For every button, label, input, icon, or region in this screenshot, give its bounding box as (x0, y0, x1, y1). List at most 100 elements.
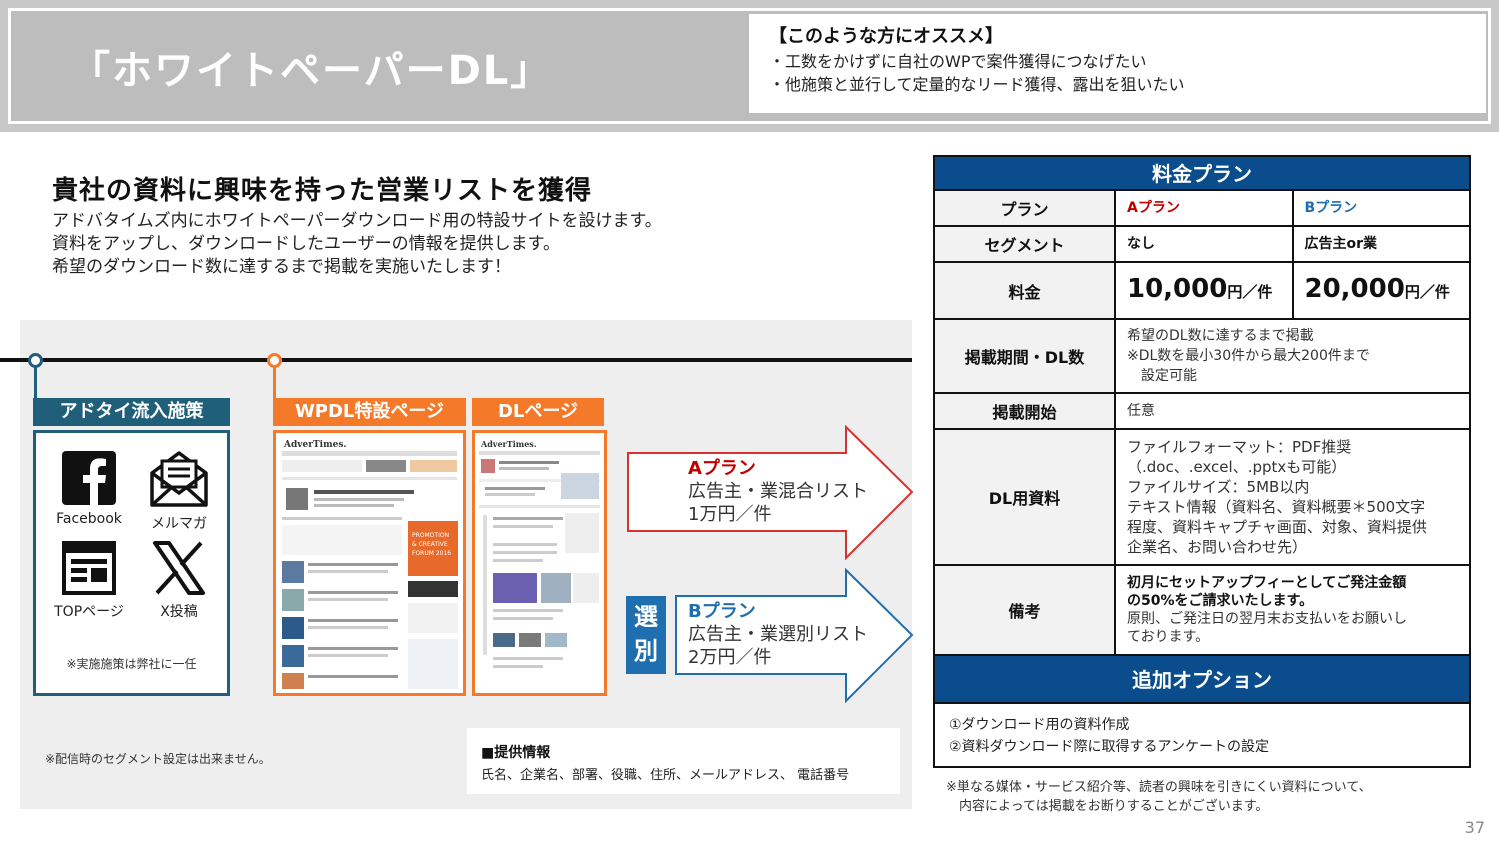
plan-a-price: 1万円／件 (688, 504, 772, 525)
recommendation-title: 【このような方にオススメ】 (769, 26, 1003, 47)
intro-line: 資料をアップし、ダウンロードしたユーザーの情報を提供します。 (52, 234, 560, 254)
channel-box: Facebook メルマガ TOPページ X投稿 ※実施施策は弊社に一任 (33, 430, 230, 696)
plan-a-cell: Aプラン (1116, 191, 1294, 225)
channel-label: X投稿 (160, 604, 198, 620)
selection-char: 選 (634, 603, 658, 631)
timeline-connector (273, 367, 276, 399)
material-line: ファイルフォーマット：PDF推奨 (1127, 438, 1352, 456)
recommendation-line: ・工数をかけずに自社のWPで案件獲得につなげたい (769, 52, 1147, 71)
material-line: ファイルサイズ：5MB以内 (1127, 478, 1310, 496)
period-line: ※DL数を最小30件から最大200件まで (1127, 348, 1370, 364)
material-line: （.doc、.excel、.pptxも可能） (1127, 458, 1347, 476)
header-band: 「ホワイトペーパーDL」 【このような方にオススメ】 ・工数をかけずに自社のWP… (0, 0, 1499, 132)
start-cell: 任意 (1116, 394, 1469, 428)
remarks-cell: 初月にセットアップフィーとしてご発注金額 の50%をご請求いたします。 原則、ご… (1116, 566, 1469, 654)
row-label: DL用資料 (935, 430, 1116, 564)
facebook-icon (62, 451, 116, 505)
price-table-title: 料金プラン (935, 157, 1469, 191)
intro-text: アドバタイムズ内にホワイトペーパーダウンロード用の特設サイトを設けます。 資料を… (52, 210, 662, 279)
row-label: セグメント (935, 227, 1116, 261)
segment-a-cell: なし (1116, 227, 1294, 261)
remarks-line: 原則、ご発注日の翌月末お支払いをお願いし (1127, 611, 1407, 627)
channel-mail: メルマガ (134, 449, 224, 533)
dl-page-tag: DLページ (472, 398, 604, 426)
top-page-icon (62, 541, 116, 595)
wpdl-page-screenshot: AdverTimes. PROMOTION & CREATIVE FORUM 2… (273, 430, 466, 696)
table-row: セグメント なし 広告主or業 (935, 227, 1469, 263)
fee-unit: 円／件 (1227, 282, 1273, 301)
plan-b-desc: 広告主・業選別リスト (688, 624, 868, 645)
svg-text:AdverTimes.: AdverTimes. (480, 439, 537, 449)
screenshot-image: AdverTimes. (475, 433, 604, 693)
footnote-line: 内容によっては掲載をお断りすることがございます。 (946, 799, 1269, 814)
row-label: プラン (935, 191, 1116, 225)
fee-a-value: 10,000 (1127, 273, 1228, 304)
remarks-bold-line: 初月にセットアップフィーとしてご発注金額 (1127, 575, 1407, 591)
plan-b-price: 2万円／件 (688, 647, 772, 668)
options-list: ①ダウンロード用の資料作成 ②資料ダウンロード際に取得するアンケートの設定 (935, 704, 1469, 766)
segment-b-cell: 広告主or業 (1294, 227, 1470, 261)
period-cell: 希望のDL数に達するまで掲載 ※DL数を最小30件から最大200件まで 設定可能 (1116, 320, 1469, 392)
table-row: 料金 10,000円／件 20,000円／件 (935, 263, 1469, 320)
page-number: 37 (1464, 818, 1485, 837)
screenshot-image: AdverTimes. PROMOTION & CREATIVE FORUM 2… (276, 433, 463, 693)
channel-label: Facebook (56, 511, 122, 527)
plan-b-cell: Bプラン (1294, 191, 1470, 225)
table-row: 掲載期間・DL数 希望のDL数に達するまで掲載 ※DL数を最小30件から最大20… (935, 320, 1469, 394)
fee-unit: 円／件 (1404, 282, 1450, 301)
material-line: 程度、資料キャプチャ画面、対象、資料提供 (1127, 518, 1427, 536)
timeline-dot (28, 353, 43, 368)
selection-label: 選 別 (626, 596, 666, 674)
provided-info-box: ■提供情報 氏名、企業名、部署、役職、住所、メールアドレス、 電話番号 (467, 728, 900, 794)
main-heading: 貴社の資料に興味を持った営業リストを獲得 (52, 176, 593, 206)
period-line: 設定可能 (1127, 368, 1197, 384)
provided-info-text: 氏名、企業名、部署、役職、住所、メールアドレス、 電話番号 (481, 768, 850, 783)
segment-note: ※配信時のセグメント設定は出来ません。 (45, 752, 271, 766)
timeline-dot (267, 353, 282, 368)
row-label: 備考 (935, 566, 1116, 654)
selection-char: 別 (634, 637, 658, 665)
svg-text:PROMOTION: PROMOTION (412, 532, 449, 539)
fee-a-cell: 10,000円／件 (1116, 263, 1294, 318)
option-item: ②資料ダウンロード際に取得するアンケートの設定 (949, 739, 1269, 755)
svg-text:AdverTimes.: AdverTimes. (283, 440, 347, 450)
plan-b-header: Bプラン (1304, 200, 1358, 216)
channel-top-page: TOPページ (44, 539, 134, 621)
timeline-line (0, 358, 912, 362)
material-cell: ファイルフォーマット：PDF推奨 （.doc、.excel、.pptxも可能） … (1116, 430, 1469, 564)
footnote-line: ※単なる媒体・サービス紹介等、読者の興味を引きにくい資料について、 (946, 780, 1372, 795)
period-line: 希望のDL数に達するまで掲載 (1127, 328, 1314, 344)
start-value: 任意 (1127, 403, 1155, 419)
options-title: 追加オプション (935, 656, 1469, 704)
remarks-line: ております。 (1127, 629, 1210, 645)
segment-b: 広告主or業 (1304, 236, 1378, 252)
table-row: プラン Aプラン Bプラン (935, 191, 1469, 227)
wpdl-page-tag: WPDL特設ページ (273, 398, 466, 426)
provided-info-title: ■提供情報 (481, 745, 551, 761)
intro-line: アドバタイムズ内にホワイトペーパーダウンロード用の特設サイトを設けます。 (52, 211, 662, 231)
material-line: 企業名、お問い合わせ先） (1127, 538, 1308, 556)
fee-b-cell: 20,000円／件 (1294, 263, 1470, 318)
table-row: DL用資料 ファイルフォーマット：PDF推奨 （.doc、.excel、.ppt… (935, 430, 1469, 566)
row-label: 料金 (935, 263, 1116, 318)
x-icon (153, 541, 205, 595)
segment-a: なし (1127, 236, 1155, 252)
channel-note: ※実施施策は弊社に一任 (66, 657, 197, 671)
row-label: 掲載期間・DL数 (935, 320, 1116, 392)
channel-x: X投稿 (134, 539, 224, 621)
svg-text:FORUM 2016: FORUM 2016 (412, 550, 451, 557)
recommendation-line: ・他施策と並行して定量的なリード獲得、露出を狙いたい (769, 75, 1185, 94)
dl-page-screenshot: AdverTimes. (472, 430, 607, 696)
svg-text:& CREATIVE: & CREATIVE (412, 541, 448, 548)
plan-a-header: Aプラン (1127, 200, 1180, 216)
material-line: テキスト情報（資料名、資料概要＊500文字 (1127, 498, 1426, 516)
plan-b-name: Bプラン (688, 601, 756, 622)
plan-b-text: Bプラン 広告主・業選別リスト 2万円／件 (688, 600, 868, 669)
page-title: 「ホワイトペーパーDL」 (70, 48, 553, 94)
recommendation-box: 【このような方にオススメ】 ・工数をかけずに自社のWPで案件獲得につなげたい ・… (749, 14, 1486, 113)
mail-icon (150, 451, 208, 507)
table-row: 備考 初月にセットアップフィーとしてご発注金額 の50%をご請求いたします。 原… (935, 566, 1469, 656)
plan-a-desc: 広告主・業混合リスト (688, 481, 868, 502)
intro-line: 希望のダウンロード数に達するまで掲載を実施いたします！ (52, 257, 511, 277)
channel-label: メルマガ (151, 516, 207, 532)
